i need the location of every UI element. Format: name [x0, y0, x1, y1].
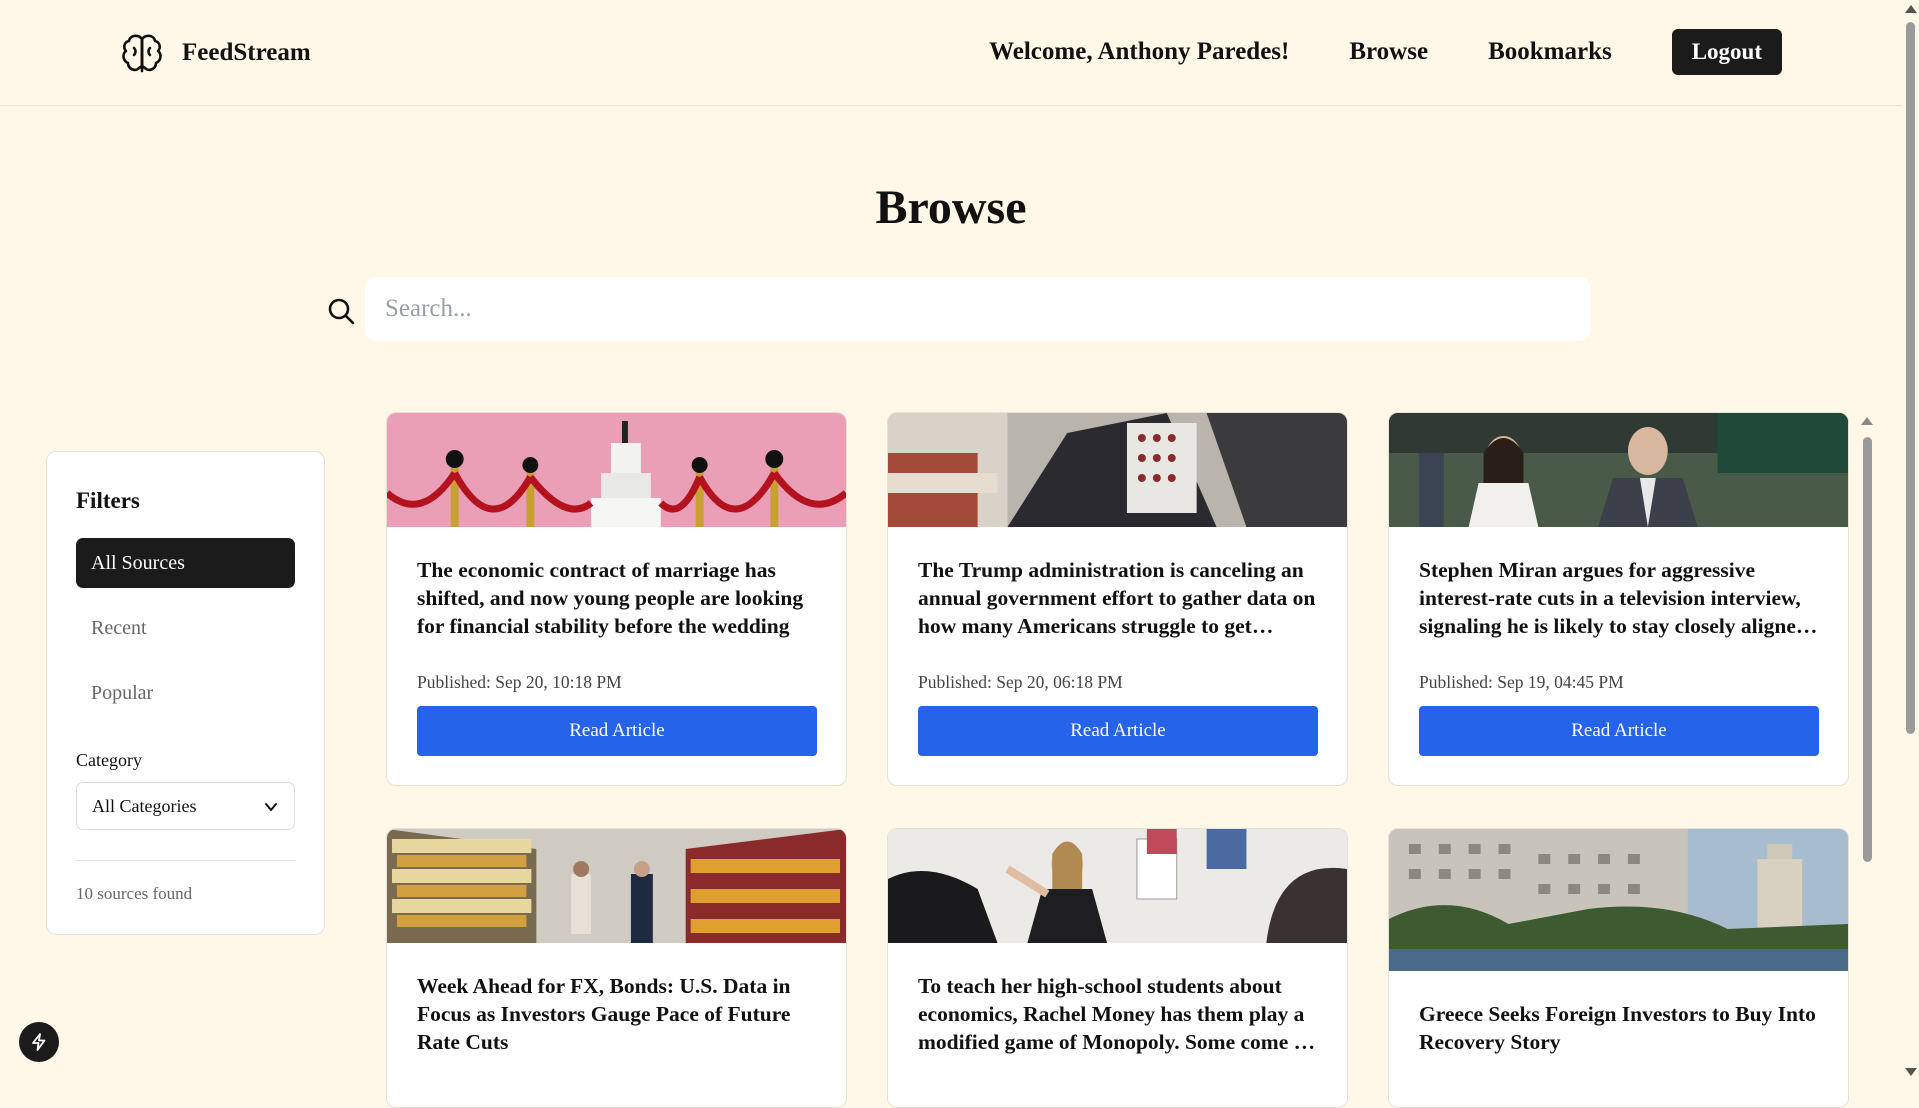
top-navigation-bar: FeedStream Welcome, Anthony Paredes! Bro… — [0, 0, 1902, 106]
welcome-message: Welcome, Anthony Paredes! — [989, 38, 1290, 65]
article-card: The economic contract of marriage has sh… — [386, 412, 847, 786]
read-article-button[interactable]: Read Article — [417, 706, 817, 756]
page-scroll-down-arrow[interactable] — [1905, 1068, 1917, 1076]
article-title[interactable]: The Trump administration is canceling an… — [918, 556, 1318, 640]
category-selected-value: All Categories — [92, 796, 197, 816]
lightning-icon — [32, 1033, 46, 1051]
nav-bookmarks-link[interactable]: Bookmarks — [1488, 38, 1612, 66]
brand[interactable]: FeedStream — [120, 30, 311, 76]
article-card: Greece Seeks Foreign Investors to Buy In… — [1388, 828, 1849, 1108]
article-card: Stephen Miran argues for aggressive inte… — [1388, 412, 1849, 786]
article-title[interactable]: To teach her high-school students about … — [918, 972, 1318, 1056]
grocery-aisle-image — [387, 829, 846, 943]
article-card: To teach her high-school students about … — [887, 828, 1348, 1108]
food-bank-image — [888, 413, 1347, 527]
main-nav: Welcome, Anthony Paredes! Browse Bookmar… — [989, 29, 1782, 75]
thessaloniki-waterfront-image — [1389, 829, 1848, 971]
scroll-up-arrow[interactable] — [1861, 417, 1873, 425]
cards-scrollbar[interactable] — [1860, 415, 1874, 1079]
article-published-date: Published: Sep 19, 04:45 PM — [1419, 672, 1624, 692]
search-icon — [328, 298, 355, 325]
category-label: Category — [76, 750, 142, 770]
wedding-cake-image — [387, 413, 846, 527]
classroom-teacher-image — [888, 829, 1347, 943]
search-input[interactable] — [365, 277, 1591, 341]
page-scrollbar-thumb[interactable] — [1906, 22, 1915, 734]
officials-walking-image — [1389, 413, 1848, 527]
dev-tools-button[interactable] — [19, 1022, 59, 1062]
filter-recent[interactable]: Recent — [76, 603, 295, 653]
article-title[interactable]: Stephen Miran argues for aggressive inte… — [1419, 556, 1819, 640]
page-scroll-up-arrow[interactable] — [1905, 5, 1917, 13]
sources-count: 10 sources found — [76, 884, 193, 903]
article-card: The Trump administration is canceling an… — [887, 412, 1348, 786]
cards-scrollbar-thumb[interactable] — [1863, 437, 1872, 862]
article-card: Week Ahead for FX, Bonds: U.S. Data in F… — [386, 828, 847, 1108]
nav-browse-link[interactable]: Browse — [1349, 38, 1428, 66]
filters-title: Filters — [76, 488, 140, 513]
filters-panel: Filters All Sources Recent Popular Categ… — [46, 451, 325, 935]
page-scrollbar[interactable] — [1902, 0, 1919, 1079]
article-published-date: Published: Sep 20, 10:18 PM — [417, 672, 622, 692]
filter-popular[interactable]: Popular — [76, 668, 295, 718]
divider — [76, 860, 295, 861]
read-article-button[interactable]: Read Article — [1419, 706, 1819, 756]
article-title[interactable]: The economic contract of marriage has sh… — [417, 556, 817, 640]
article-title[interactable]: Greece Seeks Foreign Investors to Buy In… — [1419, 1000, 1819, 1056]
category-select[interactable]: All Categories — [76, 782, 295, 830]
article-published-date: Published: Sep 20, 06:18 PM — [918, 672, 1123, 692]
page-title: Browse — [875, 181, 1027, 234]
logout-button[interactable]: Logout — [1671, 29, 1782, 75]
chevron-down-icon — [265, 803, 277, 811]
article-title[interactable]: Week Ahead for FX, Bonds: U.S. Data in F… — [417, 972, 817, 1056]
filter-all-sources[interactable]: All Sources — [76, 538, 295, 588]
brand-name: FeedStream — [182, 39, 311, 66]
read-article-button[interactable]: Read Article — [918, 706, 1318, 756]
brain-logo-icon — [122, 34, 162, 73]
